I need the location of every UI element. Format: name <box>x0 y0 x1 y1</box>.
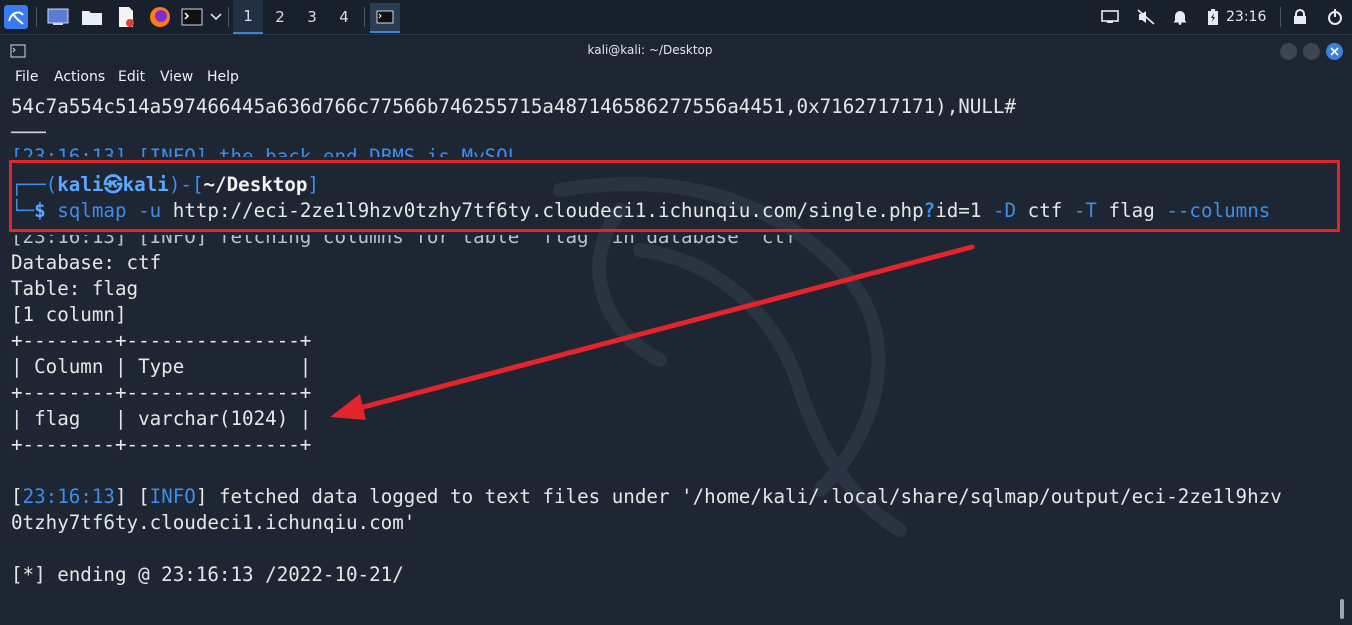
annotation-arrow <box>330 244 975 420</box>
